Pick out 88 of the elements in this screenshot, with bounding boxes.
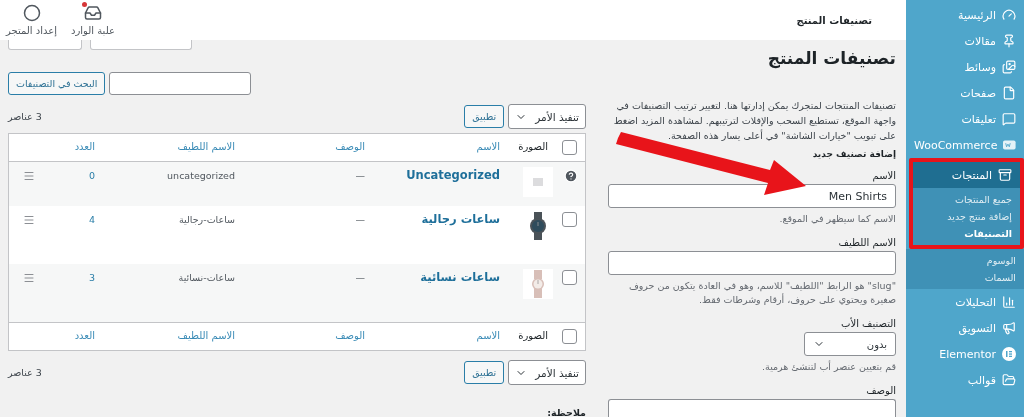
category-name-link[interactable]: Uncategorized: [375, 162, 510, 182]
row-checkbox[interactable]: [562, 270, 577, 285]
screen-tab[interactable]: [8, 40, 82, 50]
column-header[interactable]: الاسم اللطيف: [105, 134, 245, 152]
pin-icon: [1002, 34, 1016, 48]
column-header[interactable]: الاسم: [375, 323, 510, 341]
column-header[interactable]: الوصف: [245, 323, 375, 341]
table-cell-text: —: [354, 169, 366, 181]
sidebar-item[interactable]: الرئيسية: [906, 2, 1024, 28]
column-header[interactable]: الاسم اللطيف: [105, 323, 245, 341]
column-header: الصورة: [517, 140, 549, 152]
count-link[interactable]: 4: [45, 206, 105, 225]
intro-text: تصنيفات المنتجات لمتجرك يمكن إدارتها هنا. لتغيير ترتيب التصنيفات في واجهة الموقع، تستطيع السحب والإفلات لترتيبهم. لمشاهدة المزيد اضغط على تبويب "خيارات الشاشة" في أعلى يسار هذه الصفحة.: [612, 99, 896, 143]
table-cell-text: uncategorized: [166, 169, 236, 181]
select-all-checkbox[interactable]: [562, 140, 577, 155]
gauge-icon: [1002, 8, 1016, 22]
sidebar-item[interactable]: التسويق: [906, 315, 1024, 341]
bar-chart-icon: [1002, 295, 1016, 309]
sidebar-item[interactable]: التحليلات: [906, 289, 1024, 315]
field-label: الاسم: [871, 170, 896, 181]
submenu-item[interactable]: الوسوم: [906, 252, 1024, 269]
table-cell-text: ساعات-نسائية: [177, 271, 236, 283]
submenu-item[interactable]: إضافة منتج جديد: [913, 208, 1020, 225]
sidebar-item[interactable]: وسائط: [906, 54, 1024, 80]
archive-box-icon: [998, 168, 1012, 182]
sidebar-item[interactable]: Elementor: [906, 341, 1024, 367]
screen-tab[interactable]: [90, 40, 192, 50]
column-header[interactable]: العدد: [45, 323, 105, 341]
speech-bubble-icon: [1002, 112, 1016, 126]
bulk-action-select[interactable]: تنفيذ الأمر: [508, 104, 586, 129]
sidebar-item[interactable]: صفحات: [906, 80, 1024, 106]
section-heading: إضافة تصنيف جديد: [811, 149, 896, 159]
help-text: الاسم كما سيظهر في الموقع.: [778, 212, 896, 226]
sidebar-item[interactable]: مقالات: [906, 28, 1024, 54]
count-link[interactable]: 0: [45, 162, 105, 181]
image-placeholder-icon: [533, 178, 543, 186]
help-text: "slug" هو الرابط "اللطيف" للاسم، وهو في العادة يتكون من حروف صغيرة ويحتوي على حروف، أرقام وشرطات فقط.: [627, 279, 896, 307]
help-icon: [564, 169, 578, 183]
megaphone-icon: [1002, 321, 1016, 335]
sidebar-item[interactable]: قوالب: [906, 367, 1024, 393]
circle-icon: [22, 4, 41, 22]
note-label: ملاحظة:: [546, 407, 586, 417]
inbox-icon: [83, 4, 102, 22]
table-cell-text: —: [354, 271, 366, 283]
item-count: 3 عناصر: [8, 367, 42, 378]
search-field[interactable]: [109, 72, 252, 95]
submenu-item[interactable]: جميع المنتجات: [913, 191, 1020, 208]
apply-button[interactable]: تطبيق: [464, 361, 505, 384]
header-action[interactable]: إعداد المتجر: [6, 4, 57, 36]
elementor-icon: [1002, 347, 1016, 361]
page-title: تصنيفات المنتج: [796, 14, 872, 26]
folder-icon: [1002, 373, 1016, 387]
table-cell-text: ساعات-رجالية: [178, 213, 236, 225]
parent-select[interactable]: بدون: [804, 332, 896, 356]
sidebar-item[interactable]: تعليقات: [906, 106, 1024, 132]
sidebar-item[interactable]: المنتجات: [913, 162, 1020, 188]
field-label: الوصف: [865, 385, 896, 396]
field-label: الاسم اللطيف: [837, 237, 896, 248]
input-field[interactable]: [608, 251, 896, 275]
description-field[interactable]: [608, 399, 896, 417]
column-header[interactable]: الوصف: [245, 134, 375, 152]
drag-handle-icon[interactable]: [23, 170, 35, 182]
count-link[interactable]: 3: [45, 264, 105, 283]
input-field[interactable]: Men Shirts: [608, 184, 896, 208]
sidebar-item[interactable]: WooCommerce: [906, 132, 1024, 158]
help-text: قم بتعيين عنصر أب لتنشئ هرمية.: [761, 360, 896, 374]
header-action[interactable]: علبة الوارد: [71, 4, 115, 36]
page-icon: [1002, 86, 1016, 100]
submenu-item[interactable]: السمات: [906, 269, 1024, 286]
drag-handle-icon[interactable]: [23, 214, 35, 226]
row-checkbox[interactable]: [562, 212, 577, 227]
column-header[interactable]: العدد: [45, 134, 105, 152]
apply-button[interactable]: تطبيق: [464, 105, 505, 128]
category-name-link[interactable]: ساعات رجالية: [375, 206, 510, 226]
bulk-action-select[interactable]: تنفيذ الأمر: [508, 360, 586, 385]
images-icon: [1002, 60, 1016, 74]
category-name-link[interactable]: ساعات نسائية: [375, 264, 510, 284]
woo-badge-icon: [1003, 140, 1016, 150]
column-header[interactable]: الاسم: [375, 134, 510, 152]
submenu-item[interactable]: التصنيفات: [913, 225, 1020, 242]
column-header: الصورة: [517, 329, 549, 341]
drag-handle-icon[interactable]: [23, 272, 35, 284]
item-count: 3 عناصر: [8, 111, 42, 122]
select-all-checkbox[interactable]: [562, 329, 577, 344]
search-button[interactable]: البحث في التصنيفات: [8, 72, 106, 95]
table-cell-text: —: [354, 213, 366, 225]
form-title: تصنيفات المنتج: [766, 48, 896, 68]
field-label: التصنيف الأب: [840, 318, 896, 329]
